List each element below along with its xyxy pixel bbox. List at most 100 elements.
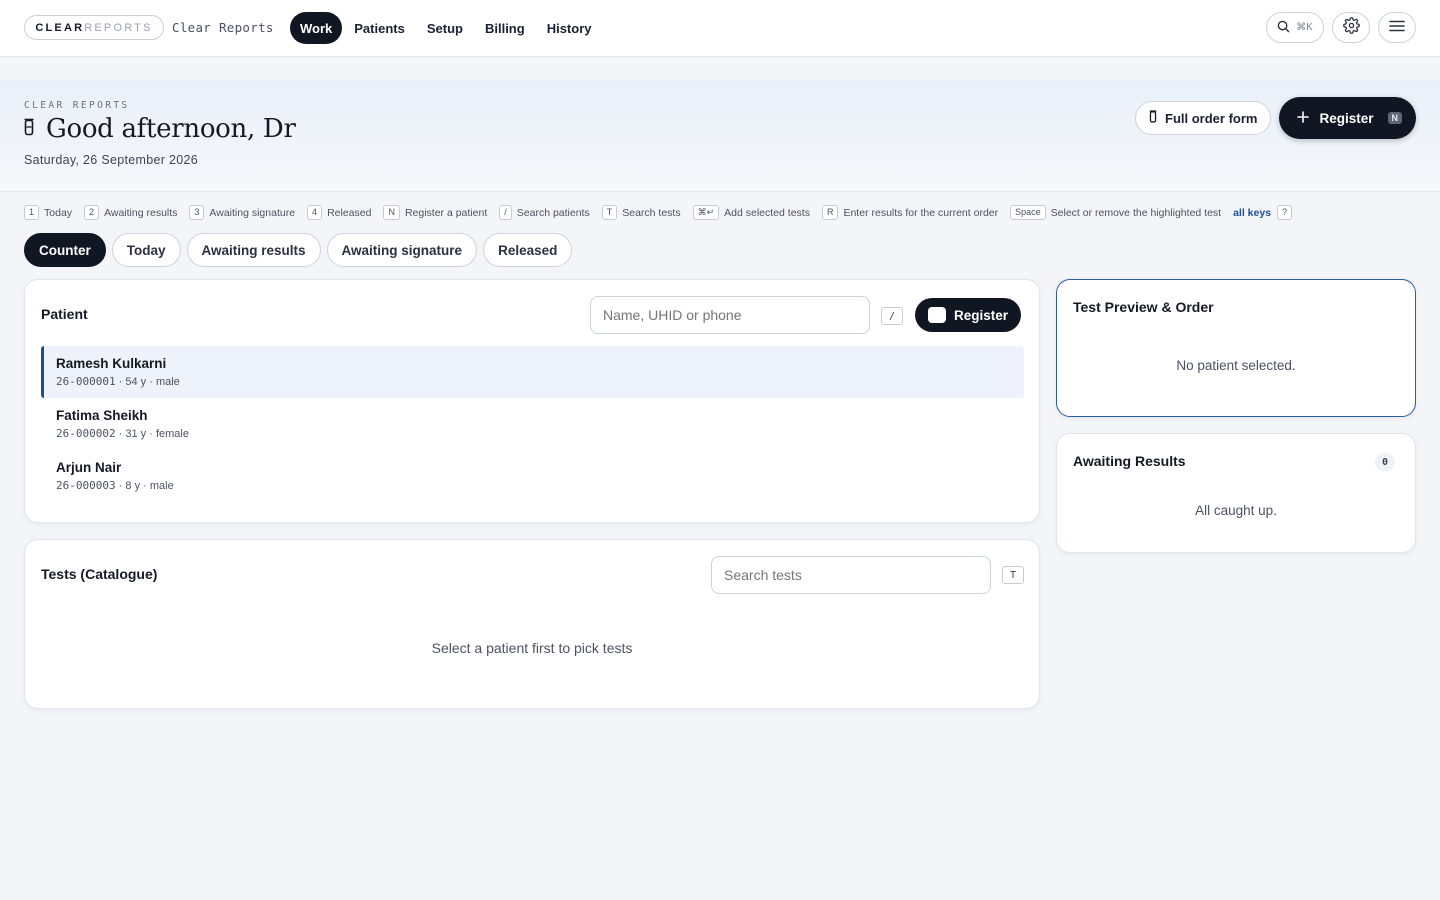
patient-row[interactable]: Fatima Sheikh 26-000002 · 31 y · female: [41, 398, 1024, 450]
main-nav: Work Patients Setup Billing History: [290, 12, 603, 44]
nav-item-history[interactable]: History: [537, 12, 602, 44]
greeting-banner: CLEAR REPORTS Good afternoon, Dr Saturda…: [0, 80, 1440, 192]
patient-uhid: 26-000001: [56, 375, 116, 388]
shortcut-label: Enter results for the current order: [843, 206, 999, 219]
shortcut-label: Select or remove the highlighted test: [1050, 206, 1222, 219]
tab-awaiting-signature[interactable]: Awaiting signature: [326, 233, 478, 267]
patient-list: Ramesh Kulkarni 26-000001 · 54 y · male …: [41, 346, 1024, 502]
patient-name: Ramesh Kulkarni: [56, 356, 167, 371]
preview-panel-title: Test Preview & Order: [1073, 299, 1214, 315]
awaiting-count-badge: 0: [1375, 453, 1395, 471]
work-tabs: Counter Today Awaiting results Awaiting …: [24, 233, 573, 267]
tests-empty-message: Select a patient first to pick tests: [431, 640, 633, 656]
preview-empty-message: No patient selected.: [1176, 358, 1296, 373]
nav-item-patients[interactable]: Patients: [344, 12, 415, 44]
settings-button[interactable]: [1332, 12, 1370, 43]
test-tube-icon: [1149, 110, 1157, 126]
tab-awaiting-results[interactable]: Awaiting results: [186, 233, 321, 267]
command-search-button[interactable]: ⌘K: [1266, 12, 1324, 43]
shortcut-label: Today: [44, 206, 73, 219]
shortcut-label: Released: [327, 206, 372, 219]
awaiting-panel-title: Awaiting Results: [1073, 453, 1186, 469]
patient-row[interactable]: Arjun Nair 26-000003 · 8 y · male: [41, 450, 1024, 502]
top-actions: ⌘K: [1266, 12, 1416, 43]
patient-meta: 26-000003 · 8 y · male: [56, 479, 1012, 492]
eyebrow-label: CLEAR REPORTS: [24, 100, 130, 111]
all-keys-link[interactable]: all keys: [1233, 207, 1271, 219]
nav-item-work[interactable]: Work: [290, 12, 343, 44]
tests-search-input[interactable]: [711, 556, 991, 594]
patient-uhid: 26-000002: [56, 427, 116, 440]
shortcut-label: Search patients: [516, 206, 590, 219]
shortcut-key: N: [383, 205, 400, 220]
plus-icon: [1297, 110, 1310, 126]
shortcut-label: Awaiting signature: [209, 206, 296, 219]
help-shortcut-key: ?: [1277, 205, 1293, 220]
patient-uhid: 26-000003: [56, 479, 116, 492]
tests-search-shortcut-key: T: [1002, 566, 1024, 584]
menu-button[interactable]: [1378, 12, 1416, 43]
hero-actions: Full order form Register N: [1135, 97, 1416, 139]
shortcut-key: 2: [84, 205, 100, 220]
patient-search-input[interactable]: [590, 296, 870, 334]
shortcut-item: 4 Released: [307, 205, 371, 220]
logo-text-primary: CLEAR: [35, 21, 85, 34]
shortcut-key: 4: [307, 205, 323, 220]
register-icon: [928, 307, 946, 323]
shortcut-item: Space Select or remove the highlighted te…: [1010, 205, 1221, 220]
nav-item-setup[interactable]: Setup: [417, 12, 473, 44]
patient-meta: 26-000002 · 31 y · female: [56, 427, 1012, 440]
shortcut-item: N Register a patient: [383, 205, 487, 220]
patient-name: Fatima Sheikh: [56, 408, 148, 423]
shortcut-key: T: [601, 205, 618, 220]
shortcut-key: R: [821, 205, 839, 220]
full-order-form-button[interactable]: Full order form: [1135, 101, 1272, 135]
patient-details: · 54 y · male: [118, 376, 180, 388]
shortcut-key: Space: [1010, 205, 1046, 220]
greeting-heading: Good afternoon, Dr: [46, 114, 296, 144]
test-tube-icon: [24, 118, 34, 141]
shortcut-key: /: [499, 205, 512, 220]
shortcut-item: R Enter results for the current order: [821, 205, 999, 220]
tab-counter[interactable]: Counter: [24, 233, 106, 267]
nav-item-billing[interactable]: Billing: [475, 12, 535, 44]
test-preview-panel: Test Preview & Order No patient selected…: [1056, 279, 1416, 417]
patient-search-shortcut-key: /: [881, 307, 903, 325]
app-name: Clear Reports: [172, 20, 274, 35]
shortcut-key: ⌘↵: [692, 205, 720, 220]
shortcut-item: ⌘↵ Add selected tests: [692, 205, 810, 220]
shortcut-item: 1 Today: [24, 205, 72, 220]
register-shortcut-key: N: [1387, 112, 1402, 124]
keyboard-shortcuts-bar: 1 Today 2 Awaiting results 3 Awaiting signa…: [24, 205, 1297, 220]
full-order-form-label: Full order form: [1165, 110, 1258, 126]
brand-logo[interactable]: CLEAR REPORTS: [24, 15, 164, 40]
shortcut-label: Add selected tests: [724, 206, 810, 219]
register-label: Register: [1319, 110, 1374, 126]
register-patient-button[interactable]: Register N: [1279, 97, 1416, 139]
tab-today[interactable]: Today: [111, 233, 181, 267]
patient-register-button[interactable]: Register: [915, 298, 1022, 332]
awaiting-results-panel: Awaiting Results 0 All caught up.: [1056, 433, 1416, 553]
top-bar: CLEAR REPORTS Clear Reports Work Patients…: [0, 0, 1440, 57]
patient-name: Arjun Nair: [56, 460, 122, 475]
shortcut-label: Awaiting results: [104, 206, 178, 219]
shortcut-item: T Search tests: [601, 205, 681, 220]
shortcut-key: 3: [189, 205, 205, 220]
patient-register-label: Register: [954, 307, 1009, 323]
tests-panel-title: Tests (Catalogue): [41, 566, 158, 582]
patient-row[interactable]: Ramesh Kulkarni 26-000001 · 54 y · male: [41, 346, 1024, 398]
shortcut-label: Search tests: [622, 206, 681, 219]
tab-released[interactable]: Released: [483, 233, 573, 267]
patient-details: · 8 y · male: [118, 480, 174, 492]
current-date: Saturday, 26 September 2026: [24, 153, 198, 167]
greeting-row: Good afternoon, Dr: [24, 114, 296, 144]
shortcut-key: 1: [24, 205, 40, 220]
shortcut-label: Register a patient: [404, 206, 488, 219]
patient-panel-title: Patient: [41, 306, 88, 322]
shortcut-item: / Search patients: [499, 205, 590, 220]
menu-icon: [1389, 19, 1405, 37]
logo-text-secondary: REPORTS: [84, 21, 153, 34]
shortcut-item: 3 Awaiting signature: [189, 205, 295, 220]
tests-catalogue-panel: Tests (Catalogue) T Select a patient fir…: [24, 539, 1040, 709]
patient-meta: 26-000001 · 54 y · male: [56, 375, 1012, 388]
